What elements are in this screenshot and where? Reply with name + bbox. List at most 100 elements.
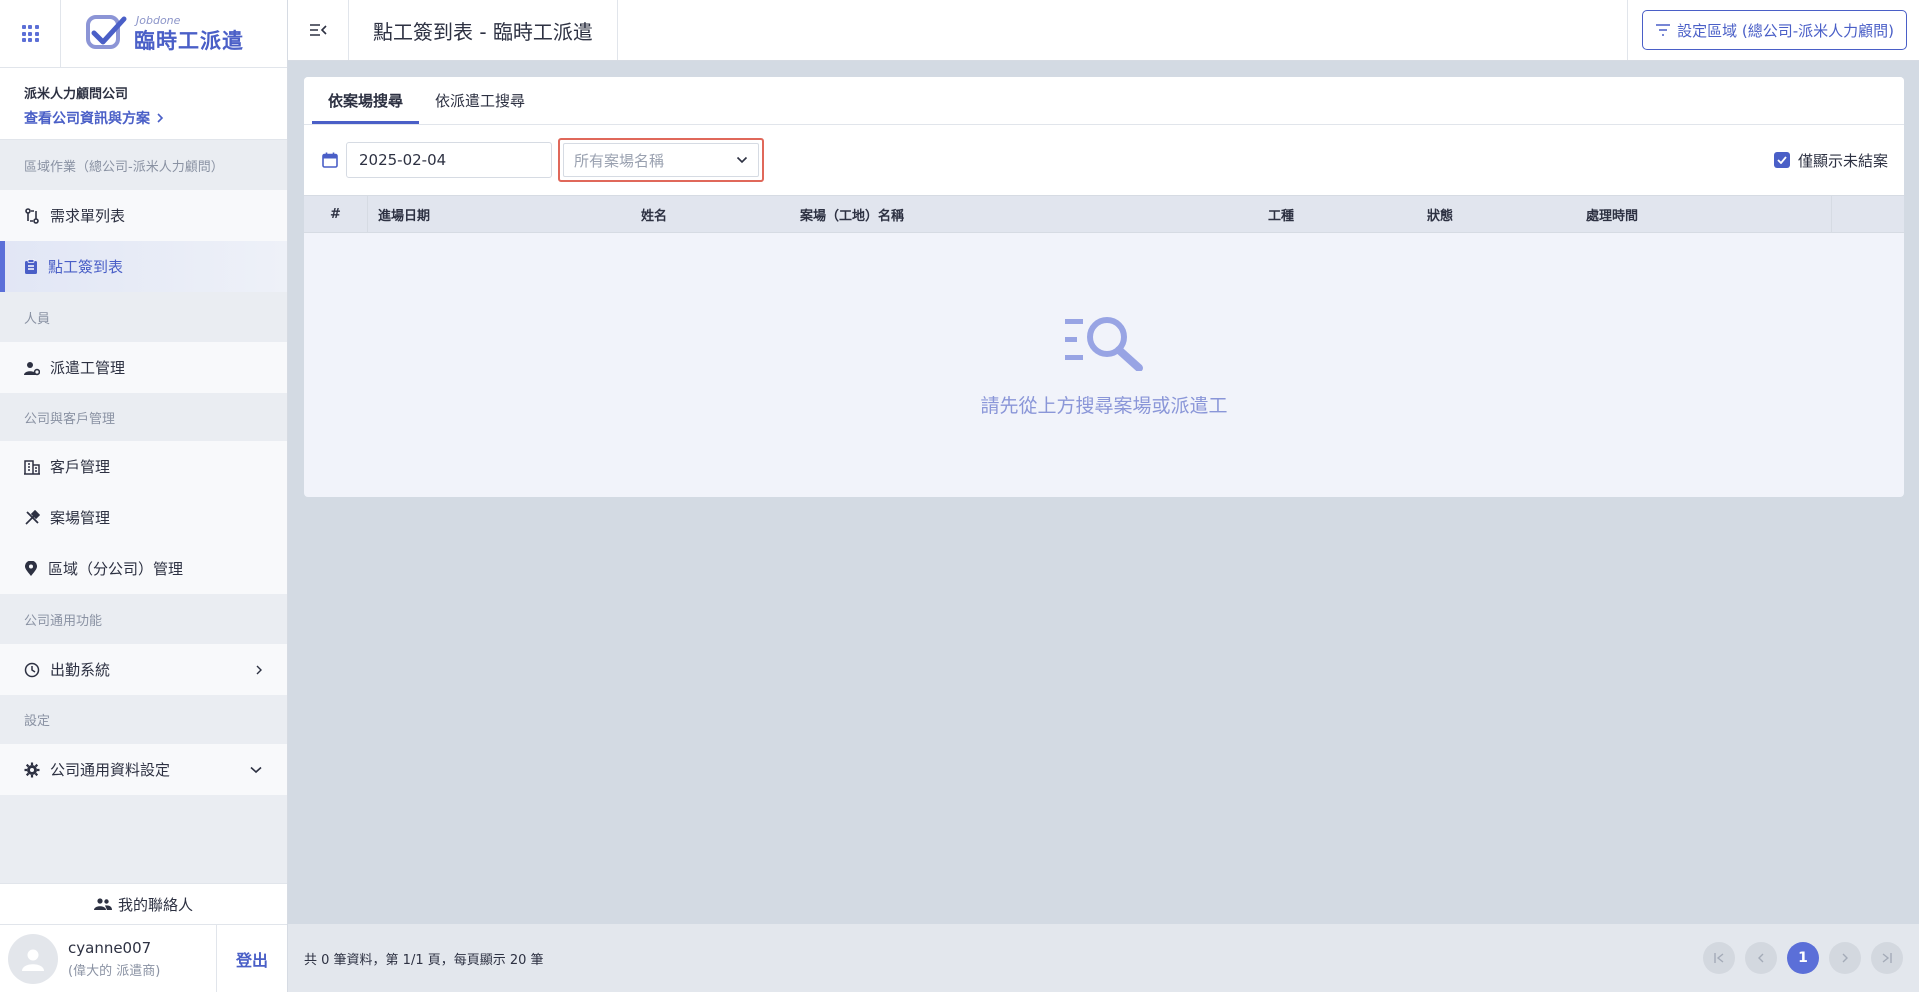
col-status[interactable]: 狀態 xyxy=(1417,196,1576,232)
section-label-personnel: 人員 xyxy=(24,311,51,327)
col-job-type[interactable]: 工種 xyxy=(1258,196,1417,232)
my-contacts-label: 我的聯絡人 xyxy=(117,895,193,914)
clipboard-icon xyxy=(25,258,37,274)
chevron-right-icon xyxy=(256,665,262,674)
prev-page-button[interactable] xyxy=(1745,942,1777,974)
only-open-toggle[interactable]: 僅顯示未結案 xyxy=(1773,150,1888,171)
section-label-common: 公司通用功能 xyxy=(24,613,103,629)
route-icon xyxy=(25,207,39,224)
sidebar-item-attendance[interactable]: 出勤系統 xyxy=(0,644,287,695)
sidebar-item-label: 派遣工管理 xyxy=(50,359,126,377)
company-info-link[interactable]: 查看公司資訊與方案 xyxy=(24,108,263,128)
first-page-button[interactable] xyxy=(1703,942,1735,974)
checkmark-icon xyxy=(1777,156,1787,164)
search-list-icon xyxy=(1065,317,1143,371)
tools-icon xyxy=(25,509,40,525)
sidebar-item-sites[interactable]: 案場管理 xyxy=(0,492,287,543)
tab-search-by-site[interactable]: 依案場搜尋 xyxy=(312,77,420,124)
col-name[interactable]: 姓名 xyxy=(631,196,790,232)
site-select-placeholder: 所有案場名稱 xyxy=(574,151,665,170)
location-pin-icon xyxy=(25,560,37,576)
empty-state: 請先從上方搜尋案場或派遣工 xyxy=(304,233,1904,495)
set-region-label: 設定區域 (總公司-派米人力顧問) xyxy=(1677,21,1894,40)
checkin-card: 依案場搜尋 依派遣工搜尋 所有案場名稱 僅顯示未結案 # 進場日期 姓名 案場（… xyxy=(304,77,1904,497)
page-number-button[interactable]: 1 xyxy=(1787,942,1819,974)
first-page-icon xyxy=(1714,953,1724,963)
sidebar-item-workers[interactable]: 派遣工管理 xyxy=(0,342,287,393)
sidebar-item-label: 區域（分公司）管理 xyxy=(48,560,184,578)
building-icon xyxy=(24,459,40,475)
sidebar-item-common-settings[interactable]: 公司通用資料設定 xyxy=(0,744,287,795)
site-select-highlight: 所有案場名稱 xyxy=(558,138,764,182)
section-label-company-client: 公司與客戶管理 xyxy=(24,411,116,427)
sidebar-item-label: 需求單列表 xyxy=(50,207,126,225)
logo-title: 臨時工派遣 xyxy=(134,28,244,53)
company-info-link-label: 查看公司資訊與方案 xyxy=(24,111,150,127)
sidebar-item-regions[interactable]: 區域（分公司）管理 xyxy=(0,543,287,594)
calendar-button[interactable] xyxy=(320,152,340,168)
user-name: cyanne007 xyxy=(68,938,152,957)
user-avatar-icon xyxy=(22,949,44,971)
table-header: # 進場日期 姓名 案場（工地）名稱 工種 狀態 處理時間 xyxy=(304,195,1904,233)
gear-icon xyxy=(24,762,40,777)
section-label-region: 區域作業（總公司-派米人力顧問） xyxy=(24,159,224,175)
sidebar-item-clients[interactable]: 客戶管理 xyxy=(0,441,287,492)
chevron-right-icon xyxy=(157,113,164,123)
last-page-button[interactable] xyxy=(1871,942,1903,974)
user-info[interactable]: cyanne007 (偉大的 派遣商) xyxy=(0,925,217,992)
chevron-right-icon xyxy=(1842,953,1848,963)
set-region-button[interactable]: 設定區域 (總公司-派米人力顧問) xyxy=(1642,10,1907,50)
my-contacts-button[interactable]: 我的聯絡人 xyxy=(0,883,287,924)
page-title: 點工簽到表 - 臨時工派遣 xyxy=(349,0,618,60)
only-open-checkbox[interactable] xyxy=(1773,152,1790,168)
company-name: 派米人力顧問公司 xyxy=(24,87,129,102)
menu-collapse-icon xyxy=(310,24,327,36)
checkmark-logo-icon xyxy=(86,14,127,49)
section-label-settings: 設定 xyxy=(24,714,51,729)
last-page-icon xyxy=(1882,953,1892,963)
top-header: 點工簽到表 - 臨時工派遣 設定區域 (總公司-派米人力顧問) xyxy=(288,0,1919,61)
tab-search-by-worker[interactable]: 依派遣工搜尋 xyxy=(419,77,541,124)
people-icon xyxy=(93,898,112,910)
apps-menu-button[interactable] xyxy=(0,0,61,67)
only-open-label: 僅顯示未結案 xyxy=(1797,151,1888,170)
col-process-time[interactable]: 處理時間 xyxy=(1576,196,1832,232)
col-entry-date[interactable]: 進場日期 xyxy=(368,196,631,232)
chevron-left-icon xyxy=(1758,953,1764,963)
col-index: # xyxy=(304,196,368,232)
user-role: (偉大的 派遣商) xyxy=(68,963,161,979)
next-page-button[interactable] xyxy=(1829,942,1861,974)
search-tabs: 依案場搜尋 依派遣工搜尋 xyxy=(304,77,1904,125)
company-panel: 派米人力顧問公司 查看公司資訊與方案 xyxy=(0,68,287,140)
filter-bar: 所有案場名稱 僅顯示未結案 xyxy=(304,125,1904,195)
avatar xyxy=(8,933,58,984)
logo-small-text: Jobdone xyxy=(136,13,181,27)
user-panel: cyanne007 (偉大的 派遣商) 登出 xyxy=(0,924,287,992)
filter-icon xyxy=(1656,24,1671,36)
logout-button[interactable]: 登出 xyxy=(217,925,287,992)
apps-grid-icon xyxy=(21,25,39,42)
chevron-down-icon xyxy=(250,766,262,773)
sidebar-item-checkin-sheet[interactable]: 點工簽到表 xyxy=(0,241,287,292)
sidebar-item-requests[interactable]: 需求單列表 xyxy=(0,190,287,241)
pagination-summary: 共 0 筆資料，第 1/1 頁，每頁顯示 20 筆 xyxy=(304,952,544,968)
chevron-down-icon xyxy=(736,156,748,164)
col-actions xyxy=(1832,196,1904,232)
sidebar-item-label: 點工簽到表 xyxy=(48,258,124,276)
calendar-icon xyxy=(322,152,338,168)
collapse-sidebar-button[interactable] xyxy=(288,0,349,60)
sidebar-item-label: 公司通用資料設定 xyxy=(50,761,171,779)
sidebar-item-label: 案場管理 xyxy=(50,509,111,527)
date-input[interactable] xyxy=(346,142,552,178)
col-site-name[interactable]: 案場（工地）名稱 xyxy=(790,196,1258,232)
sidebar: Jobdone 臨時工派遣 派米人力顧問公司 查看公司資訊與方案 區域作業（總公… xyxy=(0,0,288,992)
app-logo[interactable]: Jobdone 臨時工派遣 xyxy=(61,0,244,67)
site-select[interactable]: 所有案場名稱 xyxy=(563,143,759,177)
sidebar-item-label: 出勤系統 xyxy=(50,661,111,679)
clock-icon xyxy=(24,662,40,677)
pagination-bar: 共 0 筆資料，第 1/1 頁，每頁顯示 20 筆 1 xyxy=(288,924,1919,992)
region-wrap: 設定區域 (總公司-派米人力顧問) xyxy=(1627,0,1919,60)
worker-gear-icon xyxy=(24,361,40,375)
sidebar-item-label: 客戶管理 xyxy=(50,458,111,476)
pagination: 1 xyxy=(1703,942,1903,974)
